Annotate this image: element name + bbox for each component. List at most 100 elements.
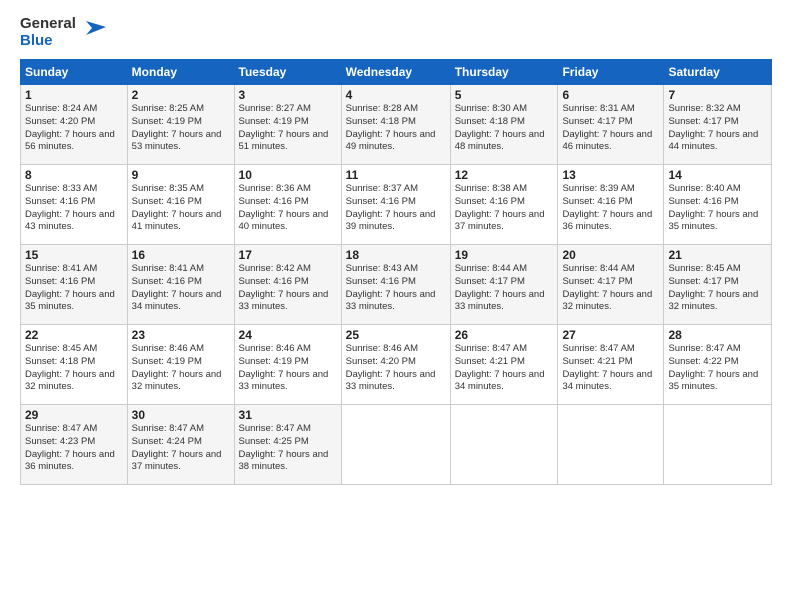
daylight-text: Daylight: 7 hours and 37 minutes.: [132, 449, 222, 473]
sunset-text: Sunset: 4:17 PM: [668, 276, 738, 287]
day-number: 1: [25, 88, 123, 102]
sunset-text: Sunset: 4:21 PM: [455, 356, 525, 367]
day-info: Sunrise: 8:41 AMSunset: 4:16 PMDaylight:…: [132, 263, 230, 314]
sunset-text: Sunset: 4:24 PM: [132, 436, 202, 447]
daylight-text: Daylight: 7 hours and 37 minutes.: [455, 209, 545, 233]
day-number: 17: [239, 248, 337, 262]
day-cell: 25Sunrise: 8:46 AMSunset: 4:20 PMDayligh…: [341, 325, 450, 405]
sunrise-text: Sunrise: 8:28 AM: [346, 103, 418, 114]
day-cell: 11Sunrise: 8:37 AMSunset: 4:16 PMDayligh…: [341, 165, 450, 245]
daylight-text: Daylight: 7 hours and 41 minutes.: [132, 209, 222, 233]
empty-day-cell: [450, 405, 558, 485]
day-number: 4: [346, 88, 446, 102]
sunrise-text: Sunrise: 8:44 AM: [455, 263, 527, 274]
day-info: Sunrise: 8:24 AM Sunset: 4:20 PM Daylight:…: [25, 103, 123, 154]
day-info: Sunrise: 8:46 AMSunset: 4:20 PMDaylight:…: [346, 343, 446, 394]
day-number: 25: [346, 328, 446, 342]
daylight-text: Daylight: 7 hours and 35 minutes.: [25, 289, 115, 313]
day-cell: 1Sunrise: 8:24 AM Sunset: 4:20 PM Daylight…: [21, 85, 128, 165]
day-cell: 27Sunrise: 8:47 AMSunset: 4:21 PMDayligh…: [558, 325, 664, 405]
weekday-header-sunday: Sunday: [21, 60, 128, 85]
day-cell: 20Sunrise: 8:44 AMSunset: 4:17 PMDayligh…: [558, 245, 664, 325]
calendar-header-row: SundayMondayTuesdayWednesdayThursdayFrid…: [21, 60, 772, 85]
day-info: Sunrise: 8:35 AMSunset: 4:16 PMDaylight:…: [132, 183, 230, 234]
daylight-text: Daylight: 7 hours and 38 minutes.: [239, 449, 329, 473]
day-info: Sunrise: 8:40 AMSunset: 4:16 PMDaylight:…: [668, 183, 767, 234]
sunrise-text: Sunrise: 8:47 AM: [562, 343, 634, 354]
day-number: 8: [25, 168, 123, 182]
daylight-text: Daylight: 7 hours and 40 minutes.: [239, 209, 329, 233]
daylight-text: Daylight: 7 hours and 34 minutes.: [132, 289, 222, 313]
day-number: 15: [25, 248, 123, 262]
sunrise-text: Sunrise: 8:38 AM: [455, 183, 527, 194]
header: General Blue: [20, 16, 772, 49]
sunrise-text: Sunrise: 8:44 AM: [562, 263, 634, 274]
weekday-header-wednesday: Wednesday: [341, 60, 450, 85]
day-cell: 29Sunrise: 8:47 AMSunset: 4:23 PMDayligh…: [21, 405, 128, 485]
sunrise-text: Sunrise: 8:47 AM: [25, 423, 97, 434]
day-number: 29: [25, 408, 123, 422]
daylight-text: Daylight: 7 hours and 33 minutes.: [455, 289, 545, 313]
daylight-text: Daylight: 7 hours and 33 minutes.: [239, 369, 329, 393]
day-info: Sunrise: 8:37 AMSunset: 4:16 PMDaylight:…: [346, 183, 446, 234]
day-info: Sunrise: 8:46 AM Sunset: 4:19 PM Daylight:…: [239, 343, 337, 394]
day-cell: 7Sunrise: 8:32 AMSunset: 4:17 PMDaylight…: [664, 85, 772, 165]
day-info: Sunrise: 8:30 AMSunset: 4:18 PMDaylight:…: [455, 103, 554, 154]
daylight-text: Daylight: 7 hours and 33 minutes.: [346, 289, 436, 313]
daylight-text: Daylight: 7 hours and 32 minutes.: [25, 369, 115, 393]
sunset-text: Sunset: 4:20 PM: [25, 116, 95, 127]
daylight-text: Daylight: 7 hours and 56 minutes.: [25, 129, 115, 153]
day-info: Sunrise: 8:41 AMSunset: 4:16 PMDaylight:…: [25, 263, 123, 314]
day-number: 21: [668, 248, 767, 262]
calendar-week-row: 15Sunrise: 8:41 AMSunset: 4:16 PMDayligh…: [21, 245, 772, 325]
day-info: Sunrise: 8:46 AMSunset: 4:19 PMDaylight:…: [132, 343, 230, 394]
sunrise-text: Sunrise: 8:36 AM: [239, 183, 311, 194]
day-cell: 8Sunrise: 8:33 AMSunset: 4:16 PMDaylight…: [21, 165, 128, 245]
day-info: Sunrise: 8:44 AMSunset: 4:17 PMDaylight:…: [455, 263, 554, 314]
sunset-text: Sunset: 4:21 PM: [562, 356, 632, 367]
day-cell: 6Sunrise: 8:31 AMSunset: 4:17 PMDaylight…: [558, 85, 664, 165]
day-cell: 4Sunrise: 8:28 AMSunset: 4:18 PMDaylight…: [341, 85, 450, 165]
sunrise-text: Sunrise: 8:45 AM: [25, 343, 97, 354]
day-cell: 21Sunrise: 8:45 AMSunset: 4:17 PMDayligh…: [664, 245, 772, 325]
day-info: Sunrise: 8:32 AMSunset: 4:17 PMDaylight:…: [668, 103, 767, 154]
day-cell: 10Sunrise: 8:36 AMSunset: 4:16 PMDayligh…: [234, 165, 341, 245]
sunrise-text: Sunrise: 8:42 AM: [239, 263, 311, 274]
day-info: Sunrise: 8:42 AMSunset: 4:16 PMDaylight:…: [239, 263, 337, 314]
sunset-text: Sunset: 4:17 PM: [562, 116, 632, 127]
logo-wordmark: General Blue: [20, 16, 106, 49]
calendar-table: SundayMondayTuesdayWednesdayThursdayFrid…: [20, 59, 772, 485]
day-info: Sunrise: 8:47 AMSunset: 4:22 PMDaylight:…: [668, 343, 767, 394]
day-info: Sunrise: 8:38 AMSunset: 4:16 PMDaylight:…: [455, 183, 554, 234]
daylight-text: Daylight: 7 hours and 46 minutes.: [562, 129, 652, 153]
sunset-text: Sunset: 4:25 PM: [239, 436, 309, 447]
day-info: Sunrise: 8:31 AM Sunset: 4:17 PM Daylight:…: [562, 103, 659, 154]
sunset-text: Sunset: 4:19 PM: [239, 116, 309, 127]
day-cell: 3Sunrise: 8:27 AMSunset: 4:19 PMDaylight…: [234, 85, 341, 165]
day-info: Sunrise: 8:33 AMSunset: 4:16 PMDaylight:…: [25, 183, 123, 234]
sunset-text: Sunset: 4:16 PM: [668, 196, 738, 207]
day-number: 28: [668, 328, 767, 342]
sunrise-text: Sunrise: 8:39 AM: [562, 183, 634, 194]
sunrise-text: Sunrise: 8:46 AM: [239, 343, 311, 354]
sunset-text: Sunset: 4:16 PM: [346, 196, 416, 207]
day-info: Sunrise: 8:47 AMSunset: 4:23 PMDaylight:…: [25, 423, 123, 474]
day-number: 31: [239, 408, 337, 422]
sunrise-text: Sunrise: 8:31 AM: [562, 103, 634, 114]
sunset-text: Sunset: 4:19 PM: [239, 356, 309, 367]
day-cell: 12Sunrise: 8:38 AMSunset: 4:16 PMDayligh…: [450, 165, 558, 245]
logo-bird-icon: [78, 17, 106, 45]
daylight-text: Daylight: 7 hours and 32 minutes.: [132, 369, 222, 393]
sunset-text: Sunset: 4:16 PM: [346, 276, 416, 287]
sunrise-text: Sunrise: 8:47 AM: [239, 423, 311, 434]
daylight-text: Daylight: 7 hours and 35 minutes.: [668, 209, 758, 233]
logo-general-text: General: [20, 16, 76, 33]
weekday-header-saturday: Saturday: [664, 60, 772, 85]
day-info: Sunrise: 8:44 AMSunset: 4:17 PMDaylight:…: [562, 263, 659, 314]
sunrise-text: Sunrise: 8:47 AM: [455, 343, 527, 354]
sunrise-text: Sunrise: 8:30 AM: [455, 103, 527, 114]
daylight-text: Daylight: 7 hours and 34 minutes.: [562, 369, 652, 393]
sunrise-text: Sunrise: 8:24 AM: [25, 103, 97, 114]
sunset-text: Sunset: 4:18 PM: [346, 116, 416, 127]
day-number: 12: [455, 168, 554, 182]
